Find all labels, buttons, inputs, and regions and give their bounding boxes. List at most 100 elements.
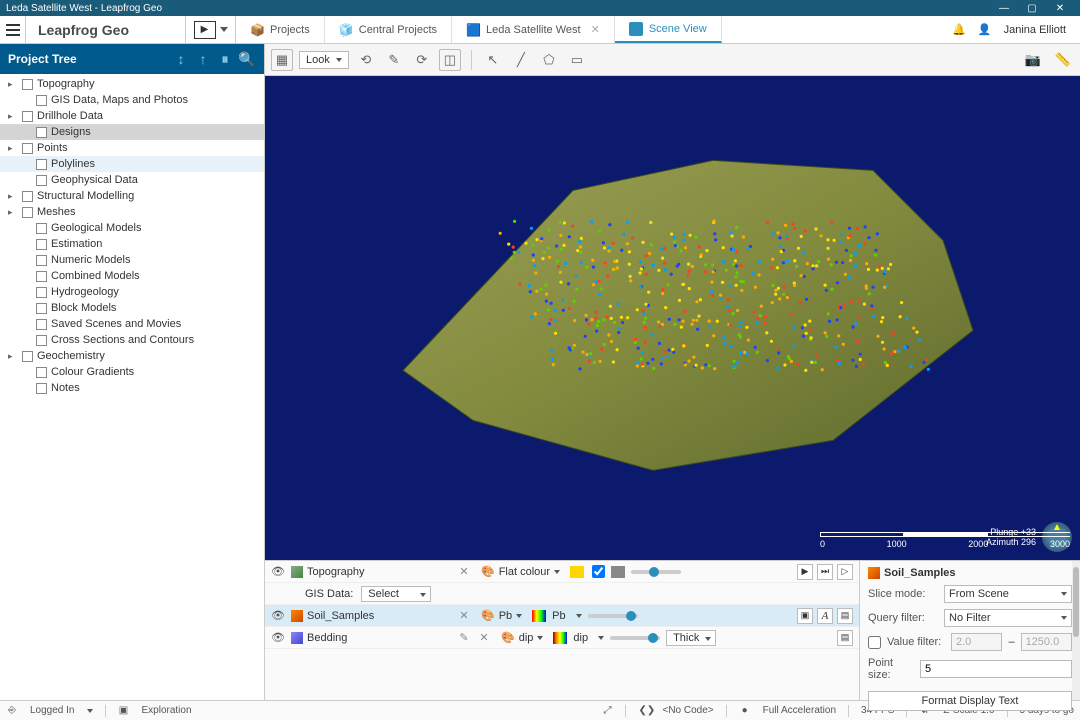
visibility-checkbox[interactable] bbox=[36, 239, 47, 250]
ruler-button[interactable]: 📏 bbox=[1052, 49, 1074, 71]
colour-swatch[interactable] bbox=[570, 566, 584, 578]
query-filter-select[interactable]: No Filter bbox=[944, 609, 1072, 627]
bell-icon[interactable] bbox=[952, 23, 966, 36]
tree-item[interactable]: ▸Points bbox=[0, 140, 264, 156]
attr-label[interactable]: dip bbox=[519, 632, 534, 644]
visibility-checkbox[interactable] bbox=[36, 175, 47, 186]
visibility-checkbox[interactable] bbox=[22, 143, 33, 154]
chevron-down-icon[interactable] bbox=[537, 636, 543, 640]
tree-search-icon[interactable]: 🔍 bbox=[238, 51, 256, 68]
code-status[interactable]: <No Code> bbox=[662, 705, 713, 716]
visibility-checkbox[interactable] bbox=[36, 271, 47, 282]
menu-button[interactable] bbox=[0, 16, 26, 43]
polygon-tool[interactable]: ⬠ bbox=[538, 49, 560, 71]
tree-item[interactable]: Hydrogeology bbox=[0, 284, 264, 300]
tree-up-icon[interactable]: ↑ bbox=[194, 51, 212, 68]
tree-item[interactable]: Numeric Models bbox=[0, 252, 264, 268]
visibility-checkbox[interactable] bbox=[22, 351, 33, 362]
plane-tool[interactable]: ◫ bbox=[439, 49, 461, 71]
visibility-checkbox[interactable] bbox=[22, 207, 33, 218]
maximize-button[interactable]: ▢ bbox=[1018, 3, 1046, 14]
legend-checkbox[interactable] bbox=[592, 565, 605, 578]
visibility-checkbox[interactable] bbox=[36, 127, 47, 138]
expander-icon[interactable]: ▸ bbox=[8, 143, 18, 154]
tree-item[interactable]: Block Models bbox=[0, 300, 264, 316]
tree-item[interactable]: Polylines bbox=[0, 156, 264, 172]
remove-icon[interactable]: ✕ bbox=[457, 565, 471, 578]
tree-item[interactable]: Designs bbox=[0, 124, 264, 140]
tree-item[interactable]: Saved Scenes and Movies bbox=[0, 316, 264, 332]
opacity-slider[interactable] bbox=[610, 636, 660, 640]
opacity-slider[interactable] bbox=[631, 570, 681, 574]
skip-button[interactable]: ▷ bbox=[837, 564, 853, 580]
point-size-input[interactable] bbox=[920, 660, 1072, 678]
tab-projects[interactable]: Projects bbox=[236, 16, 325, 43]
tree-item[interactable]: Cross Sections and Contours bbox=[0, 332, 264, 348]
legend-swatch[interactable] bbox=[532, 610, 546, 622]
slicer-button[interactable]: ▦ bbox=[271, 49, 293, 71]
tree-item[interactable]: ▸Meshes bbox=[0, 204, 264, 220]
visibility-checkbox[interactable] bbox=[36, 159, 47, 170]
visibility-checkbox[interactable] bbox=[36, 287, 47, 298]
expander-icon[interactable]: ▸ bbox=[8, 351, 18, 362]
style-select[interactable]: Thick bbox=[666, 630, 716, 646]
tree-item[interactable]: ▸Topography bbox=[0, 76, 264, 92]
visibility-toggle[interactable] bbox=[271, 565, 285, 578]
scene-row-soil-samples[interactable]: Soil_Samples ✕ 🎨 Pb Pb ▣ A ▤ bbox=[265, 605, 859, 627]
tree-item[interactable]: ▸Structural Modelling bbox=[0, 188, 264, 204]
look-select[interactable]: Look bbox=[299, 51, 349, 69]
edit-icon[interactable] bbox=[457, 631, 471, 644]
tree-item[interactable]: ▸Geochemistry bbox=[0, 348, 264, 364]
expander-icon[interactable]: ▸ bbox=[8, 191, 18, 202]
expander-icon[interactable]: ▸ bbox=[8, 79, 18, 90]
screenshot-button[interactable]: 📷 bbox=[1022, 49, 1044, 71]
tree-item[interactable]: Geophysical Data bbox=[0, 172, 264, 188]
tree-item[interactable]: Geological Models bbox=[0, 220, 264, 236]
project-tree[interactable]: ▸TopographyGIS Data, Maps and Photos▸Dri… bbox=[0, 74, 264, 700]
axes-icon[interactable]: ⤢ bbox=[601, 705, 613, 716]
visibility-checkbox[interactable] bbox=[36, 319, 47, 330]
login-status[interactable]: Logged In bbox=[30, 705, 75, 716]
tab-scene-view[interactable]: Scene View bbox=[615, 16, 722, 43]
measure-tool[interactable]: ▭ bbox=[566, 49, 588, 71]
run-button[interactable]: ▶ bbox=[194, 21, 216, 39]
visibility-checkbox[interactable] bbox=[36, 383, 47, 394]
colour-mode-label[interactable]: Flat colour bbox=[499, 566, 550, 578]
value-filter-checkbox[interactable] bbox=[868, 636, 881, 649]
expander-icon[interactable]: ▸ bbox=[8, 111, 18, 122]
line-tool[interactable]: ╱ bbox=[510, 49, 532, 71]
properties-scrollbar[interactable] bbox=[1072, 561, 1080, 700]
visibility-checkbox[interactable] bbox=[36, 367, 47, 378]
chevron-down-icon[interactable] bbox=[598, 636, 604, 640]
scene-row-topography[interactable]: Topography ✕ 🎨 Flat colour ▶ ⏭ bbox=[265, 561, 859, 583]
tree-item[interactable]: ▸Drillhole Data bbox=[0, 108, 264, 124]
visibility-checkbox[interactable] bbox=[36, 255, 47, 266]
tree-item[interactable]: Estimation bbox=[0, 236, 264, 252]
tree-item[interactable]: Combined Models bbox=[0, 268, 264, 284]
remove-icon[interactable]: ✕ bbox=[457, 609, 471, 622]
chevron-down-icon[interactable] bbox=[576, 614, 582, 618]
tree-pause-icon[interactable]: ⏸ bbox=[216, 51, 234, 68]
gis-data-select[interactable]: Select bbox=[361, 586, 431, 602]
group-button[interactable]: ▣ bbox=[797, 608, 813, 624]
remove-icon[interactable]: ✕ bbox=[477, 631, 491, 644]
scene-viewport[interactable]: Plunge +33 Azimuth 296 0 1000 2000 3000 bbox=[265, 76, 1080, 560]
tree-item[interactable]: Notes bbox=[0, 380, 264, 396]
shade-swatch[interactable] bbox=[611, 566, 625, 578]
chevron-down-icon[interactable] bbox=[554, 570, 560, 574]
user-name[interactable]: Janina Elliott bbox=[1004, 24, 1066, 36]
visibility-checkbox[interactable] bbox=[22, 111, 33, 122]
visibility-checkbox[interactable] bbox=[36, 223, 47, 234]
attr-label[interactable]: Pb bbox=[499, 610, 512, 622]
step-button[interactable]: ⏭ bbox=[817, 564, 833, 580]
visibility-checkbox[interactable] bbox=[22, 191, 33, 202]
draw-tool[interactable]: ✎ bbox=[383, 49, 405, 71]
user-icon[interactable] bbox=[978, 23, 992, 36]
minimize-button[interactable]: — bbox=[990, 3, 1018, 14]
visibility-checkbox[interactable] bbox=[22, 79, 33, 90]
expander-icon[interactable]: ▸ bbox=[8, 207, 18, 218]
pointer-tool[interactable]: ↖ bbox=[482, 49, 504, 71]
lasso-tool[interactable]: ⟲ bbox=[355, 49, 377, 71]
slice-mode-select[interactable]: From Scene bbox=[944, 585, 1072, 603]
table-button[interactable]: ▤ bbox=[837, 630, 853, 646]
